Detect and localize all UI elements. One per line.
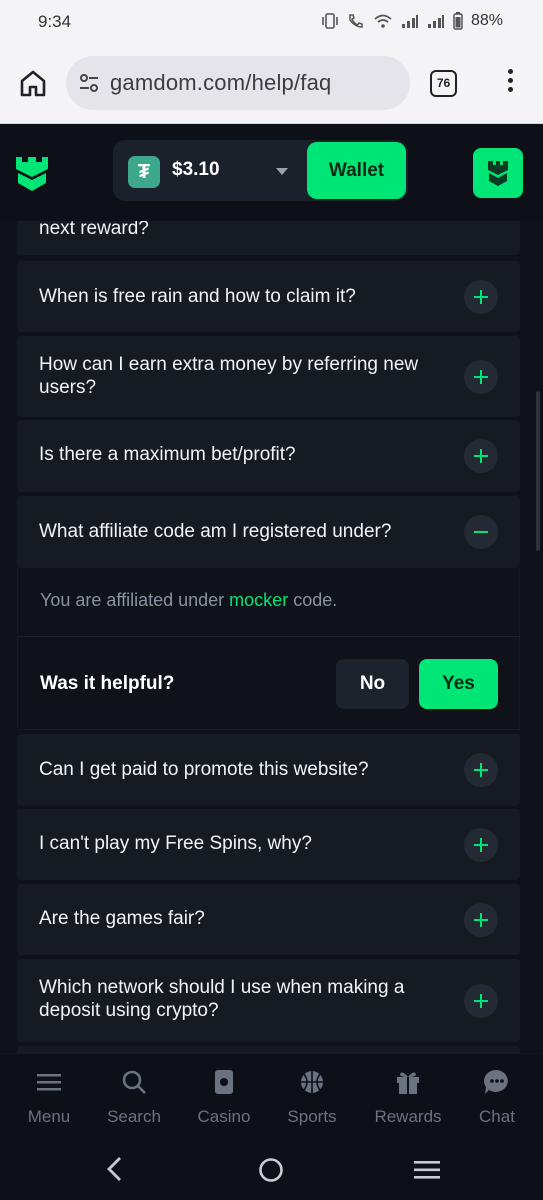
faq-question: next reward?	[39, 221, 149, 239]
no-button[interactable]: No	[336, 659, 409, 709]
faq-question: Is there a maximum bet/profit?	[39, 444, 296, 465]
nav-menu-label: Menu	[27, 1107, 71, 1126]
nav-chat[interactable]: Chat	[472, 1068, 522, 1127]
affiliate-code: mocker	[229, 590, 289, 610]
faq-item-expanded[interactable]: What affiliate code am I registered unde…	[17, 496, 520, 567]
gift-icon	[397, 1072, 419, 1094]
wifi-icon	[374, 14, 392, 28]
minus-icon[interactable]	[464, 515, 498, 549]
nav-sports-label: Sports	[287, 1107, 337, 1126]
system-navigation	[0, 1135, 543, 1200]
plus-icon[interactable]	[464, 984, 498, 1018]
plus-icon[interactable]	[464, 828, 498, 862]
tab-switcher-button[interactable]: 76	[430, 70, 457, 97]
plus-icon[interactable]	[464, 439, 498, 473]
divider	[18, 636, 519, 637]
avatar-logo-icon	[488, 161, 508, 186]
home-circle-icon[interactable]	[258, 1157, 284, 1183]
faq-question: Which network should I use when making a…	[39, 977, 405, 1021]
faq-question: Are the games fair?	[39, 908, 205, 929]
nav-chat-label: Chat	[479, 1107, 515, 1126]
answer-suffix: code.	[293, 590, 338, 610]
url-text: gamdom.com/help/faq	[110, 70, 332, 95]
menu-icon	[37, 1074, 61, 1091]
faq-item[interactable]: Which network should I use when making a…	[17, 959, 520, 1042]
plus-icon[interactable]	[464, 903, 498, 937]
faq-item[interactable]: How can I earn extra money by referring …	[17, 336, 520, 417]
wallet-button[interactable]: Wallet	[307, 142, 406, 199]
faq-item[interactable]: Can I get paid to promote this website?	[17, 734, 520, 806]
signal-icon	[401, 15, 418, 28]
nav-rewards[interactable]: Rewards	[368, 1068, 448, 1127]
answer-prefix: You are affiliated under	[40, 590, 225, 610]
plus-icon[interactable]	[464, 360, 498, 394]
battery-icon	[453, 12, 463, 30]
casino-icon	[215, 1070, 233, 1094]
plus-icon[interactable]	[464, 280, 498, 314]
nav-casino[interactable]: Casino	[192, 1068, 256, 1127]
scrollbar[interactable]	[536, 391, 540, 551]
status-icons: 88%	[321, 12, 503, 30]
nav-search-label: Search	[107, 1107, 161, 1126]
nav-rewards-label: Rewards	[374, 1107, 442, 1126]
faq-list: next reward? When is free rain and how t…	[0, 221, 543, 1053]
status-bar: 9:34 88%	[0, 0, 543, 44]
faq-question: When is free rain and how to claim it?	[39, 286, 356, 307]
faq-question: I can't play my Free Spins, why?	[39, 833, 312, 854]
faq-answer: You are affiliated under mocker code. Wa…	[17, 567, 520, 730]
answer-text: You are affiliated under mocker code.	[40, 590, 337, 611]
chat-icon	[484, 1069, 508, 1094]
balance-selector[interactable]: ₮ $3.10 Wallet	[113, 140, 408, 201]
signal-2-icon	[427, 15, 444, 28]
call-icon	[349, 14, 363, 28]
search-icon	[122, 1070, 146, 1094]
site-settings-icon[interactable]	[78, 72, 100, 94]
nav-search[interactable]: Search	[102, 1068, 166, 1127]
gamdom-logo-icon[interactable]	[14, 153, 50, 193]
nav-casino-label: Casino	[197, 1107, 251, 1126]
helpful-label: Was it helpful?	[40, 673, 175, 694]
nav-sports[interactable]: Sports	[280, 1068, 344, 1127]
browser-toolbar: gamdom.com/help/faq 76	[0, 44, 543, 124]
faq-question: How can I earn extra money by referring …	[39, 354, 419, 398]
caret-down-icon[interactable]	[276, 168, 288, 175]
battery-percent: 88%	[470, 12, 503, 29]
profile-avatar[interactable]	[473, 148, 523, 198]
faq-question: Can I get paid to promote this website?	[39, 759, 369, 780]
yes-button[interactable]: Yes	[419, 659, 498, 709]
tether-coin-icon: ₮	[128, 156, 160, 188]
home-icon[interactable]	[18, 68, 48, 98]
faq-item[interactable]	[17, 1046, 520, 1053]
faq-item[interactable]: next reward?	[17, 221, 520, 255]
vibrate-icon	[322, 13, 338, 29]
nav-menu[interactable]: Menu	[22, 1068, 76, 1127]
faq-item[interactable]: Is there a maximum bet/profit?	[17, 420, 520, 492]
faq-item[interactable]: When is free rain and how to claim it?	[17, 261, 520, 332]
bottom-navigation: Menu Search Casino Sports Rewards Chat	[0, 1053, 543, 1135]
more-options-icon[interactable]	[500, 66, 520, 100]
faq-question: What affiliate code am I registered unde…	[39, 521, 392, 542]
basketball-icon	[301, 1071, 323, 1093]
faq-item[interactable]: Are the games fair?	[17, 884, 520, 955]
url-bar[interactable]: gamdom.com/help/faq	[66, 56, 410, 110]
site-header: ₮ $3.10 Wallet	[0, 125, 543, 221]
back-icon[interactable]	[104, 1156, 124, 1182]
faq-item[interactable]: I can't play my Free Spins, why?	[17, 809, 520, 880]
status-time: 9:34	[38, 12, 72, 31]
balance-amount: $3.10	[172, 159, 220, 180]
recents-icon[interactable]	[414, 1160, 440, 1180]
plus-icon[interactable]	[464, 753, 498, 787]
